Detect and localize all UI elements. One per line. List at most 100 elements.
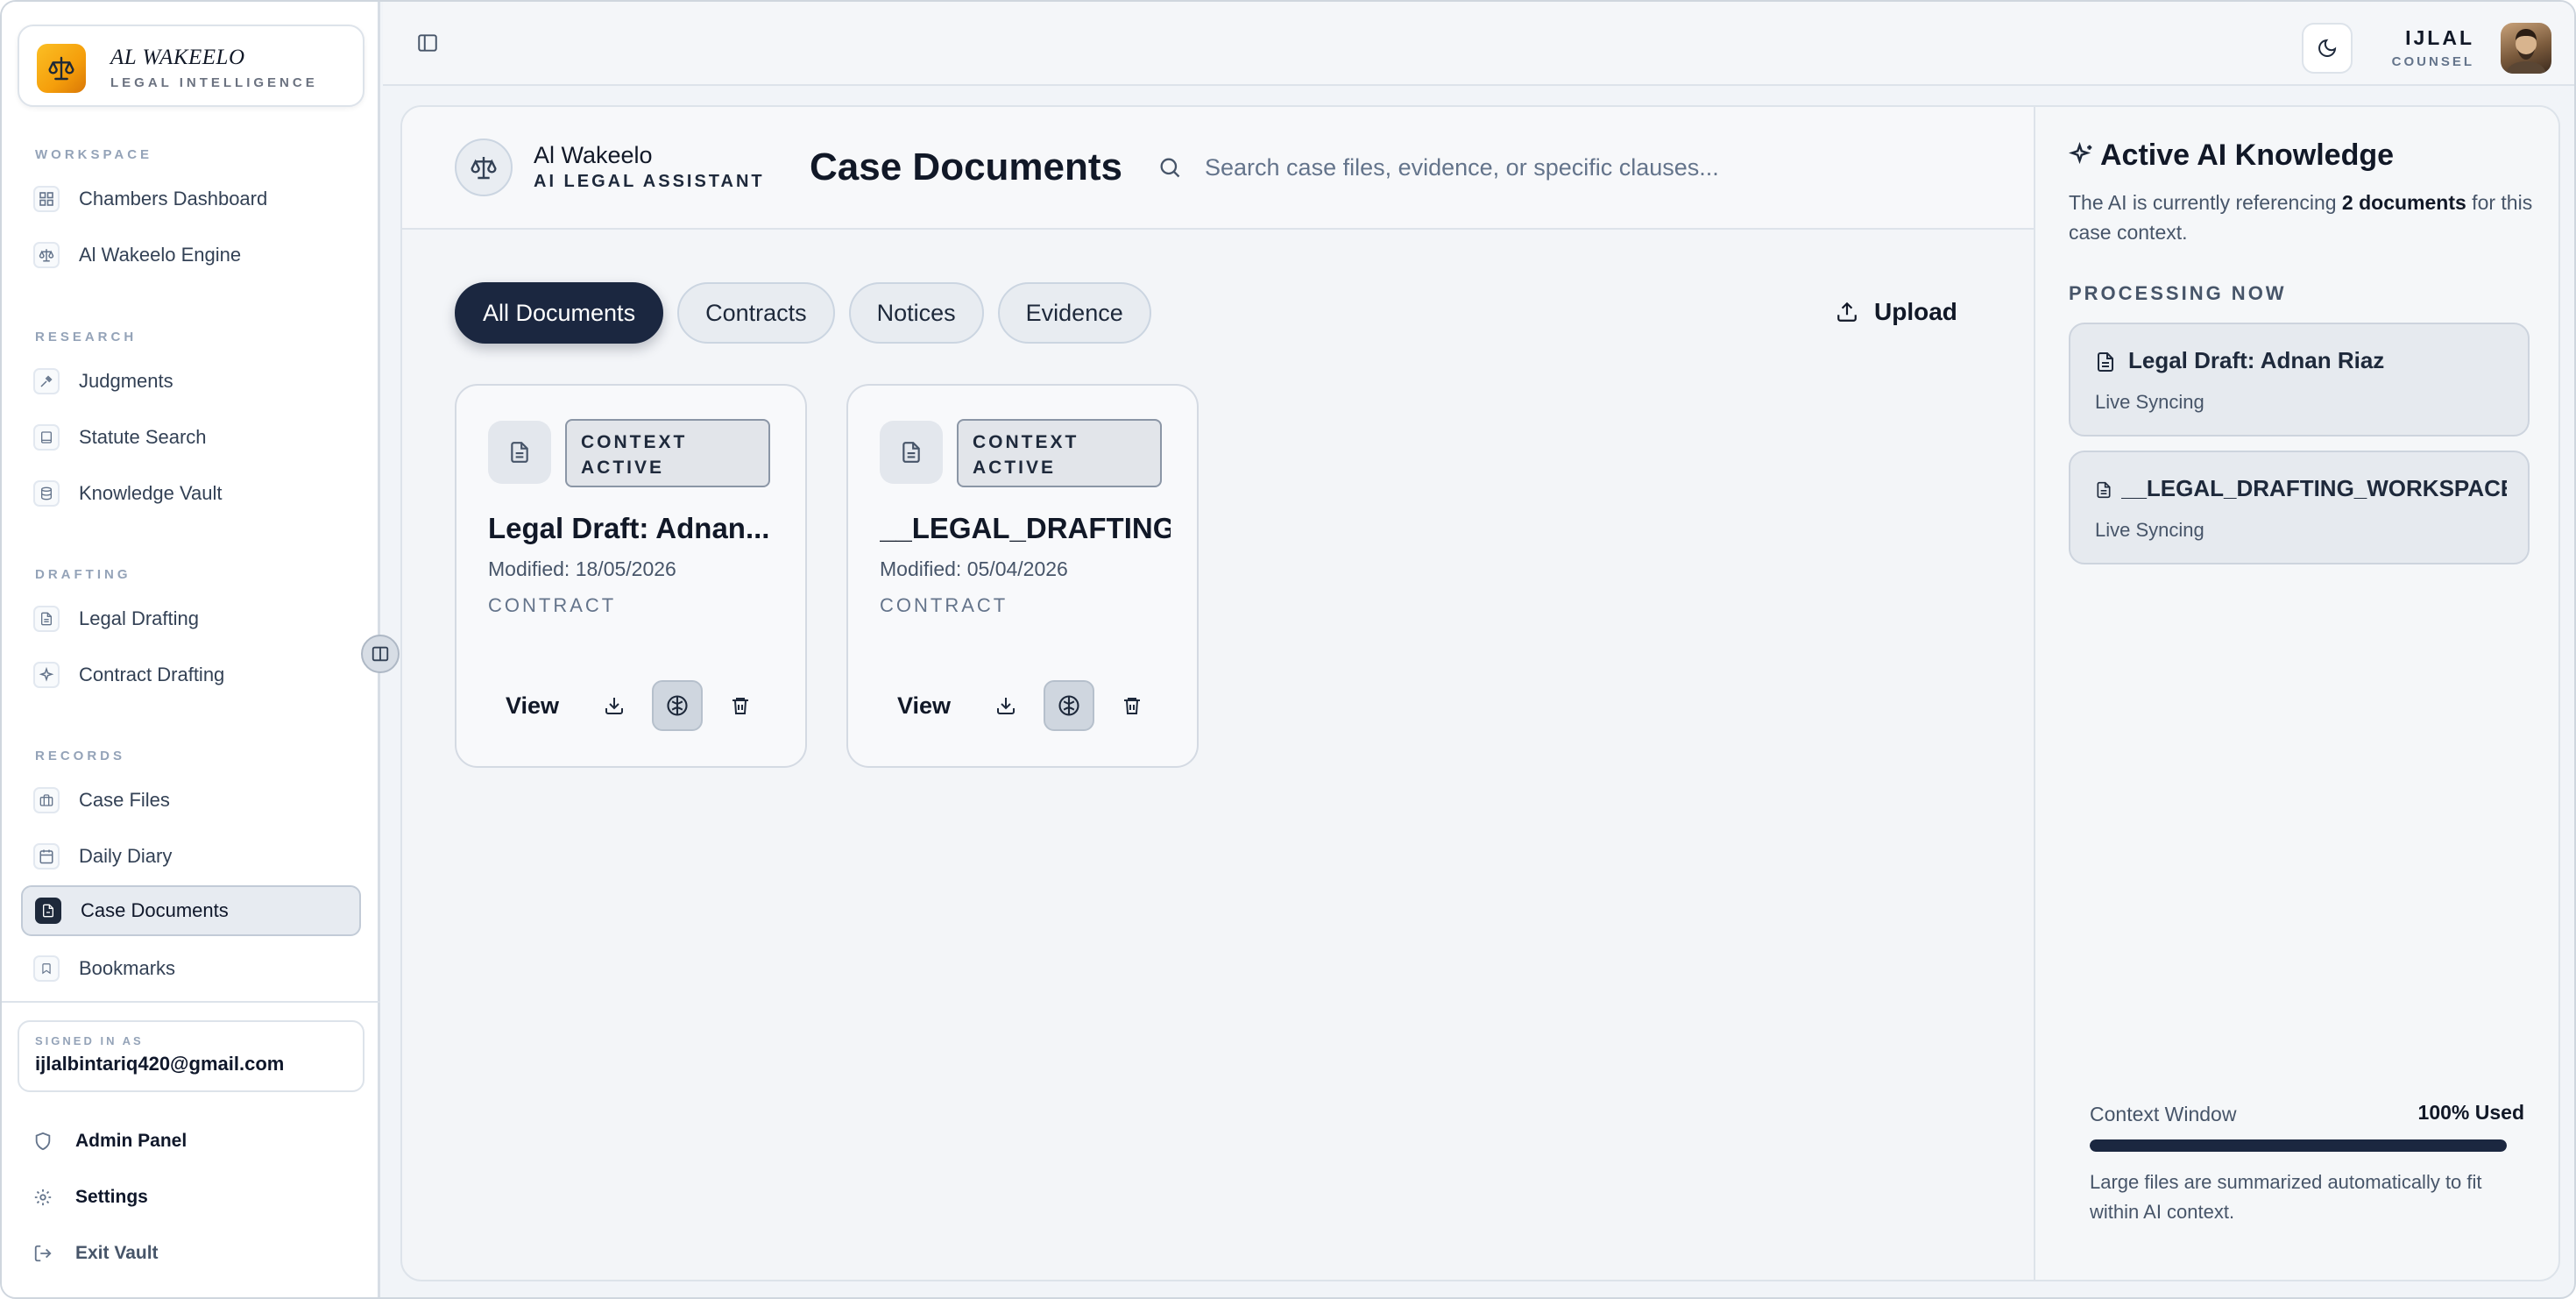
- knowledge-title: Active AI Knowledge: [2100, 138, 2395, 172]
- knowledge-description: The AI is currently referencing 2 docume…: [2069, 188, 2533, 247]
- trash-icon[interactable]: [1107, 680, 1157, 731]
- sidebar-item-label: Judgments: [79, 370, 173, 392]
- avatar[interactable]: [2501, 23, 2551, 74]
- context-window-note: Large files are summarized automatically…: [2090, 1171, 2482, 1223]
- shield-icon: [33, 1132, 53, 1151]
- document-type: CONTRACT: [488, 594, 617, 616]
- app-window: AL WAKEELO LEGAL INTELLIGENCE WORKSPACE …: [0, 0, 2576, 1299]
- sidebar-item-label: Legal Drafting: [79, 607, 199, 629]
- sidebar-divider: [2, 1001, 380, 1003]
- sidebar-item-daily-diary[interactable]: Daily Diary: [21, 831, 361, 882]
- badge-line: ACTIVE: [973, 458, 1057, 478]
- document-actions: View: [880, 680, 1157, 731]
- assistant-subtitle: AI LEGAL ASSISTANT: [534, 172, 765, 191]
- brand-subtitle: LEGAL INTELLIGENCE: [110, 75, 318, 90]
- download-icon[interactable]: [589, 680, 640, 731]
- sidebar-item-label: Bookmarks: [79, 957, 176, 979]
- documents-icon: [35, 898, 61, 924]
- download-icon[interactable]: [980, 680, 1031, 731]
- sidebar-item-label: Statute Search: [79, 426, 207, 448]
- sidebar-item-bookmarks[interactable]: Bookmarks: [21, 943, 361, 994]
- sparkle-icon: [2069, 142, 2095, 168]
- file-text-icon: [880, 421, 943, 484]
- sidebar-item-statute-search[interactable]: Statute Search: [21, 412, 361, 463]
- user-role: COUNSEL: [2391, 54, 2474, 69]
- gear-icon: [33, 1188, 53, 1207]
- badge-line: CONTEXT: [973, 432, 1079, 452]
- filter-tabs: All Documents Contracts Notices Evidence: [455, 282, 1151, 344]
- sidebar-resize-handle[interactable]: [361, 635, 400, 673]
- trash-icon[interactable]: [715, 680, 766, 731]
- section-workspace: WORKSPACE: [35, 147, 153, 162]
- brain-icon[interactable]: [1044, 680, 1095, 731]
- tab-contracts[interactable]: Contracts: [677, 282, 835, 344]
- database-icon: [33, 480, 60, 507]
- search-bar: [1157, 146, 1946, 189]
- processing-item-name: __LEGAL_DRAFTING_WORKSPACE: [2121, 475, 2507, 501]
- admin-panel-link[interactable]: Admin Panel: [33, 1131, 187, 1152]
- sidebar-item-contract-drafting[interactable]: Contract Drafting: [21, 650, 361, 700]
- processing-item-status: Live Syncing: [2095, 391, 2204, 413]
- bookmark-icon: [33, 955, 60, 982]
- grid-icon: [33, 186, 60, 212]
- sidebar-item-knowledge-vault[interactable]: Knowledge Vault: [21, 468, 361, 519]
- brand-card[interactable]: AL WAKEELO LEGAL INTELLIGENCE: [18, 25, 364, 107]
- section-research: RESEARCH: [35, 330, 138, 344]
- context-progress-bar: [2090, 1139, 2507, 1152]
- sidebar-item-chambers-dashboard[interactable]: Chambers Dashboard: [21, 174, 361, 224]
- section-records: RECORDS: [35, 749, 126, 763]
- file-text-icon: [488, 421, 551, 484]
- brand-title: AL WAKEELO: [110, 46, 245, 69]
- logout-icon: [33, 1244, 53, 1263]
- signed-in-label: SIGNED IN AS: [35, 1034, 144, 1047]
- sidebar-item-label: Case Documents: [81, 899, 229, 921]
- processing-item[interactable]: Legal Draft: Adnan Riaz Live Syncing: [2069, 323, 2530, 437]
- tab-notices[interactable]: Notices: [848, 282, 984, 344]
- dark-mode-toggle[interactable]: [2302, 23, 2353, 74]
- processing-item[interactable]: __LEGAL_DRAFTING_WORKSPACE Live Syncing: [2069, 451, 2530, 564]
- context-active-badge: CONTEXT ACTIVE: [957, 419, 1162, 487]
- sidebar-item-case-files[interactable]: Case Files: [21, 775, 361, 826]
- search-input[interactable]: [1205, 153, 1818, 181]
- sidebar-item-label: Chambers Dashboard: [79, 188, 268, 209]
- file-text-icon: [2095, 480, 2112, 500]
- sidebar-item-case-documents[interactable]: Case Documents: [21, 885, 361, 936]
- calendar-icon: [33, 843, 60, 870]
- document-modified: Modified: 05/04/2026: [880, 557, 1068, 580]
- sparkle-icon: [33, 662, 60, 688]
- brain-icon[interactable]: [652, 680, 704, 731]
- admin-panel-label: Admin Panel: [75, 1131, 188, 1151]
- exit-vault-link[interactable]: Exit Vault: [33, 1243, 159, 1264]
- user-name: IJLAL: [2405, 26, 2474, 49]
- upload-button[interactable]: Upload: [1836, 298, 1957, 326]
- document-title: __LEGAL_DRAFTING: [880, 512, 1171, 544]
- document-card[interactable]: CONTEXT ACTIVE Legal Draft: Adnan... Mod…: [455, 384, 807, 768]
- sidebar-item-legal-drafting[interactable]: Legal Drafting: [21, 593, 361, 644]
- sidebar-item-label: Al Wakeelo Engine: [79, 244, 242, 266]
- exit-vault-label: Exit Vault: [75, 1243, 159, 1263]
- sidebar-toggle-icon[interactable]: [416, 32, 439, 54]
- search-icon: [1157, 155, 1182, 180]
- view-button[interactable]: View: [488, 692, 577, 720]
- context-window-label: Context Window: [2090, 1103, 2237, 1125]
- sidebar-item-al-wakeelo-engine[interactable]: Al Wakeelo Engine: [21, 230, 361, 280]
- view-button[interactable]: View: [880, 692, 968, 720]
- top-bar: [383, 2, 2574, 86]
- assistant-name: Al Wakeelo: [534, 142, 653, 168]
- page-title: Case Documents: [810, 146, 1123, 188]
- desc-count: 2 documents: [2341, 191, 2466, 214]
- tab-evidence[interactable]: Evidence: [997, 282, 1151, 344]
- gavel-icon: [33, 368, 60, 394]
- sidebar-item-label: Case Files: [79, 789, 170, 811]
- scales-icon: [33, 242, 60, 268]
- tab-all-documents[interactable]: All Documents: [455, 282, 664, 344]
- ai-knowledge-panel: Active AI Knowledge The AI is currently …: [2034, 107, 2558, 1280]
- signed-in-card: SIGNED IN AS ijlalbintariq420@gmail.com: [18, 1020, 364, 1092]
- sidebar-item-judgments[interactable]: Judgments: [21, 356, 361, 407]
- document-card[interactable]: CONTEXT ACTIVE __LEGAL_DRAFTING Modified…: [846, 384, 1199, 768]
- document-title: Legal Draft: Adnan...: [488, 512, 770, 544]
- signed-in-email: ijlalbintariq420@gmail.com: [35, 1053, 285, 1075]
- context-progress-fill: [2090, 1139, 2507, 1152]
- settings-link[interactable]: Settings: [33, 1187, 148, 1208]
- main-panel: Al Wakeelo AI LEGAL ASSISTANT Case Docum…: [400, 105, 2560, 1281]
